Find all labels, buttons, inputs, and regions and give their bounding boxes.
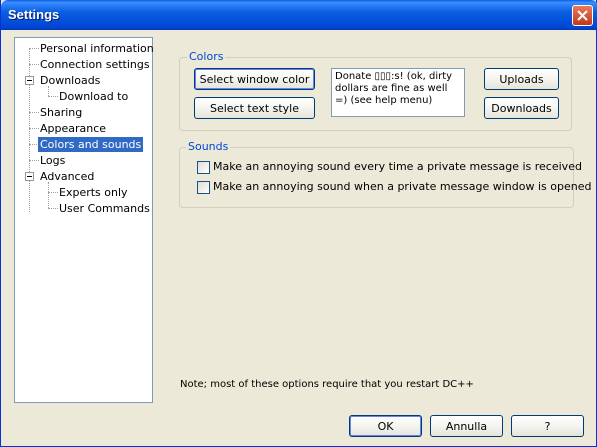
private-window-opened-checkbox[interactable] [197,181,210,194]
tree-item-advanced[interactable]: Advanced [38,169,96,184]
title-bar[interactable]: Settings [1,0,597,30]
private-window-opened-label[interactable]: Make an annoying sound when a private me… [213,180,591,193]
tree-item-connection-settings[interactable]: Connection settings [38,57,152,72]
sounds-group [179,147,574,208]
ok-button[interactable]: OK [349,415,422,437]
window-title: Settings [8,7,60,22]
select-window-color-button[interactable]: Select window color [194,68,315,90]
settings-window: Settings Personal information Connection… [0,0,597,447]
tree-guide-line [48,182,49,208]
select-text-style-button[interactable]: Select text style [194,97,315,119]
tree-item-experts-only[interactable]: Experts only [57,185,130,200]
downloads-color-button[interactable]: Downloads [484,97,559,119]
tree-item-user-commands[interactable]: User Commands [57,201,152,216]
colors-group-label: Colors [187,50,226,63]
close-button[interactable] [572,5,593,26]
help-button[interactable]: ? [511,415,584,437]
uploads-color-button[interactable]: Uploads [484,68,559,90]
tree-item-personal-information[interactable]: Personal information [38,41,156,56]
color-preview-box[interactable]: Donate ▯▯▯:s! (ok, dirty dollars are fin… [331,68,465,117]
cancel-button[interactable]: Annulla [430,415,503,437]
sounds-group-label: Sounds [186,140,231,153]
restart-note: Note; most of these options require that… [180,379,474,390]
tree-item-sharing[interactable]: Sharing [38,105,84,120]
advanced-collapse-icon[interactable] [25,172,34,181]
tree-item-logs[interactable]: Logs [38,153,67,168]
tree-item-downloads[interactable]: Downloads [38,73,102,88]
private-message-received-checkbox[interactable] [197,161,210,174]
tree-guide-line [29,48,30,212]
downloads-collapse-icon[interactable] [25,76,34,85]
tree-item-colors-and-sounds[interactable]: Colors and sounds [38,137,144,152]
close-icon [577,10,588,21]
private-message-received-label[interactable]: Make an annoying sound every time a priv… [213,160,582,173]
tree-item-appearance[interactable]: Appearance [38,121,108,136]
tree-item-download-to[interactable]: Download to [57,89,130,104]
settings-tree[interactable]: Personal information Connection settings… [14,37,156,403]
